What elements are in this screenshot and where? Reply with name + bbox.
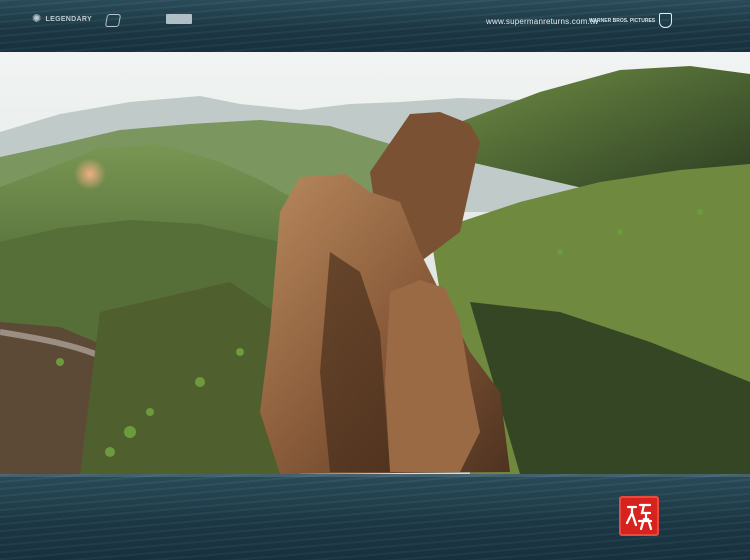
lens-flare: [74, 158, 106, 190]
warner-bros-logo: WARNER BROS. PICTURES: [589, 13, 673, 28]
legendary-sun-icon: ✺: [32, 13, 42, 25]
landscape-photo: [0, 52, 750, 474]
legendary-logo: ✺ LEGENDARY: [32, 14, 92, 25]
website-link[interactable]: www.supermanreturns.com.tw: [486, 17, 598, 26]
wb-shield-icon: [659, 13, 673, 28]
legendary-logo-name: LEGENDARY: [45, 16, 92, 23]
bad-robot-logo-icon: [104, 14, 122, 27]
studio-logo-icon: [166, 14, 192, 24]
red-seal-stamp: [619, 496, 659, 536]
top-banner: ✺ LEGENDARY www.supermanreturns.com.tw W…: [0, 0, 750, 52]
studio-logo: [166, 14, 192, 24]
seal-glyph-icon: [625, 503, 653, 531]
bad-robot-logo: [104, 14, 122, 27]
distributor-name: WARNER BROS. PICTURES: [589, 17, 656, 24]
